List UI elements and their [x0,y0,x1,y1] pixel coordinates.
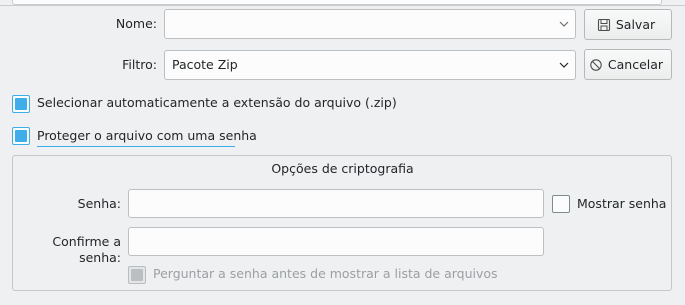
confirm-password-field[interactable] [128,227,544,256]
file-view-edge [0,0,685,6]
filter-combobox[interactable]: Pacote Zip [164,50,576,80]
ask-password-checkbox[interactable] [128,266,146,284]
ask-password-label: Perguntar a senha antes de mostrar a lis… [153,266,498,281]
cancel-circle-icon [590,58,602,71]
cancel-button-label: Cancelar [607,57,664,72]
password-field[interactable] [128,189,544,218]
filter-label: Filtro: [122,57,157,72]
chevron-down-icon[interactable] [559,60,569,70]
chevron-down-icon[interactable] [559,19,569,29]
password-label: Senha: [77,196,121,211]
name-label: Nome: [115,16,157,31]
protect-password-checkbox[interactable] [12,127,30,145]
cancel-button[interactable]: Cancelar [584,49,672,80]
show-password-label[interactable]: Mostrar senha [577,196,666,212]
encryption-group-title: Opções de criptografia [271,161,414,176]
show-password-checkbox[interactable] [552,195,570,213]
auto-extension-label[interactable]: Selecionar automaticamente a extensão do… [37,95,397,111]
confirm-password-label: Confirme a senha: [52,234,121,265]
filter-value: Pacote Zip [172,57,238,72]
protect-password-label[interactable]: Proteger o arquivo com uma senha [37,128,257,144]
auto-extension-checkbox[interactable] [12,95,30,113]
save-button[interactable]: Salvar [584,9,672,40]
name-combobox[interactable] [164,9,576,39]
save-button-label: Salvar [615,17,656,32]
focus-indicator [37,146,235,147]
floppy-disk-icon [597,18,610,31]
